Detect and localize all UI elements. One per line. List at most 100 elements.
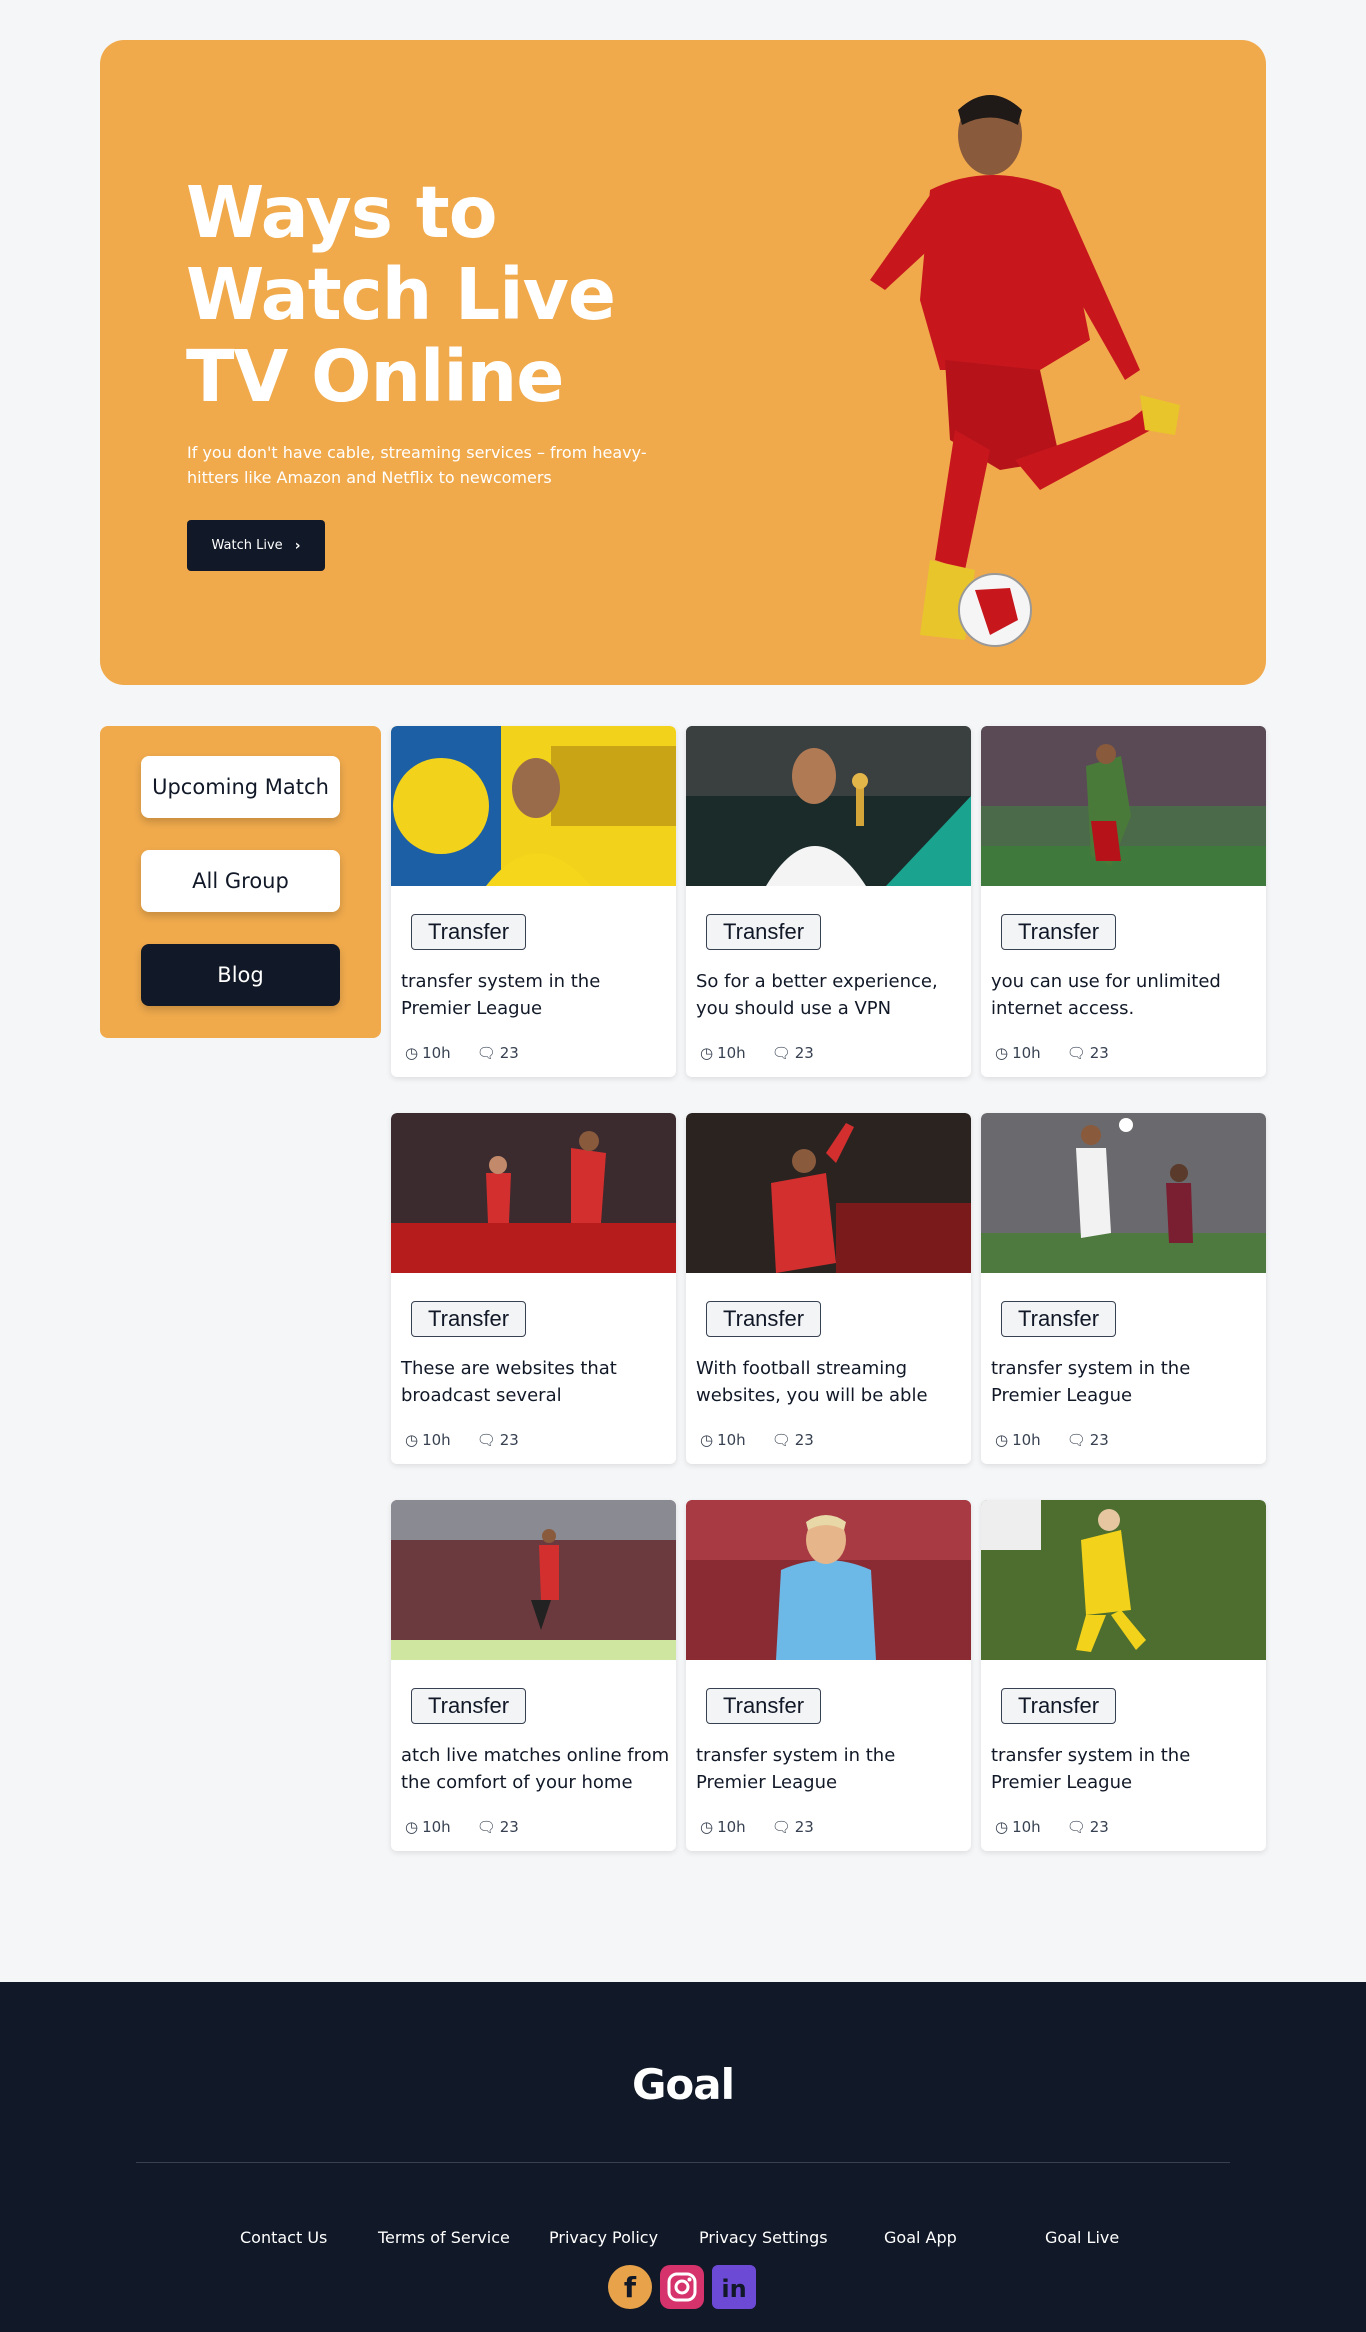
comment-icon: 🗨 — [476, 1818, 496, 1836]
card-meta: ◷ 10h 🗨 23 — [700, 1044, 840, 1062]
card-time: 10h — [717, 1818, 746, 1836]
category-tag[interactable]: Transfer — [1001, 914, 1117, 950]
card-comments: 23 — [499, 1431, 519, 1449]
comment-icon: 🗨 — [476, 1044, 496, 1062]
card-title[interactable]: These are websites that broadcast severa… — [401, 1355, 673, 1409]
footer-link-terms-of-service[interactable]: Terms of Service — [378, 2228, 510, 2247]
card-image — [391, 1500, 676, 1660]
card-meta: ◷ 10h 🗨 23 — [405, 1818, 545, 1836]
card-comments: 23 — [794, 1044, 814, 1062]
card-comments: 23 — [794, 1818, 814, 1836]
card-time: 10h — [1012, 1818, 1041, 1836]
card-comments: 23 — [499, 1044, 519, 1062]
card-image — [981, 1113, 1266, 1273]
card-meta: ◷ 10h 🗨 23 — [700, 1431, 840, 1449]
blog-card[interactable]: Transfer atch live matches online from t… — [391, 1500, 676, 1851]
facebook-icon[interactable]: f — [608, 2265, 652, 2309]
card-meta: ◷ 10h 🗨 23 — [405, 1431, 545, 1449]
clock-icon: ◷ — [700, 1818, 714, 1836]
comment-icon: 🗨 — [771, 1044, 791, 1062]
card-time: 10h — [717, 1431, 746, 1449]
blog-card[interactable]: Transfer transfer system in the Premier … — [391, 726, 676, 1077]
clock-icon: ◷ — [405, 1044, 419, 1062]
category-tag[interactable]: Transfer — [1001, 1688, 1117, 1724]
clock-icon: ◷ — [405, 1431, 419, 1449]
sidebar-item-all-group[interactable]: All Group — [141, 850, 340, 912]
sidebar-item-upcoming-match[interactable]: Upcoming Match — [141, 756, 340, 818]
card-meta: ◷ 10h 🗨 23 — [995, 1818, 1135, 1836]
svg-text:in: in — [721, 2275, 746, 2303]
card-title[interactable]: transfer system in the Premier League — [991, 1742, 1263, 1796]
category-tag[interactable]: Transfer — [706, 914, 822, 950]
card-image — [686, 1500, 971, 1660]
category-tag[interactable]: Transfer — [411, 914, 527, 950]
blog-card[interactable]: Transfer transfer system in the Premier … — [686, 1500, 971, 1851]
card-time: 10h — [422, 1044, 451, 1062]
card-meta: ◷ 10h 🗨 23 — [995, 1431, 1135, 1449]
hero-subtitle: If you don't have cable, streaming servi… — [187, 443, 647, 487]
card-meta: ◷ 10h 🗨 23 — [405, 1044, 545, 1062]
footer-divider — [136, 2162, 1230, 2163]
comment-icon: 🗨 — [771, 1431, 791, 1449]
clock-icon: ◷ — [995, 1431, 1009, 1449]
card-time: 10h — [422, 1818, 451, 1836]
sidebar: Upcoming Match All Group Blog — [100, 726, 381, 1038]
blog-card[interactable]: Transfer you can use for unlimited inter… — [981, 726, 1266, 1077]
blog-card[interactable]: Transfer transfer system in the Premier … — [981, 1500, 1266, 1851]
card-image — [391, 726, 676, 886]
card-time: 10h — [1012, 1044, 1041, 1062]
watch-live-label: Watch Live — [211, 538, 283, 553]
hero-player-image — [870, 95, 1180, 647]
card-meta: ◷ 10h 🗨 23 — [700, 1818, 840, 1836]
card-image — [391, 1113, 676, 1273]
instagram-icon[interactable] — [660, 2265, 704, 2309]
comment-icon: 🗨 — [771, 1818, 791, 1836]
category-tag[interactable]: Transfer — [706, 1301, 822, 1337]
card-title[interactable]: So for a better experience, you should u… — [696, 968, 968, 1022]
footer-link-goal-live[interactable]: Goal Live — [1045, 2228, 1119, 2247]
card-comments: 23 — [1089, 1431, 1109, 1449]
footer-link-privacy-settings[interactable]: Privacy Settings — [699, 2228, 828, 2247]
footer-logo[interactable]: Goal — [0, 2060, 1366, 2109]
category-tag[interactable]: Transfer — [706, 1688, 822, 1724]
footer-link-goal-app[interactable]: Goal App — [884, 2228, 957, 2247]
hero-banner: Ways to Watch Live TV Online If you don'… — [100, 40, 1266, 685]
card-title[interactable]: you can use for unlimited internet acces… — [991, 968, 1263, 1022]
footer-link-contact-us[interactable]: Contact Us — [240, 2228, 327, 2247]
blog-card[interactable]: Transfer With football streaming website… — [686, 1113, 971, 1464]
card-title[interactable]: atch live matches online from the comfor… — [401, 1742, 673, 1796]
card-image — [686, 1113, 971, 1273]
blog-card[interactable]: Transfer So for a better experience, you… — [686, 726, 971, 1077]
chevron-right-icon: › — [294, 537, 301, 554]
sidebar-item-blog[interactable]: Blog — [141, 944, 340, 1006]
comment-icon: 🗨 — [1066, 1818, 1086, 1836]
clock-icon: ◷ — [700, 1044, 714, 1062]
category-tag[interactable]: Transfer — [411, 1688, 527, 1724]
card-meta: ◷ 10h 🗨 23 — [995, 1044, 1135, 1062]
watch-live-button[interactable]: Watch Live › — [187, 520, 325, 571]
blog-card[interactable]: Transfer transfer system in the Premier … — [981, 1113, 1266, 1464]
clock-icon: ◷ — [995, 1818, 1009, 1836]
card-title[interactable]: transfer system in the Premier League — [991, 1355, 1263, 1409]
card-time: 10h — [422, 1431, 451, 1449]
category-tag[interactable]: Transfer — [411, 1301, 527, 1337]
footer-link-privacy-policy[interactable]: Privacy Policy — [549, 2228, 658, 2247]
card-image — [686, 726, 971, 886]
category-tag[interactable]: Transfer — [1001, 1301, 1117, 1337]
footer: Goal Contact Us Terms of Service Privacy… — [0, 1982, 1366, 2332]
clock-icon: ◷ — [405, 1818, 419, 1836]
card-time: 10h — [717, 1044, 746, 1062]
card-time: 10h — [1012, 1431, 1041, 1449]
comment-icon: 🗨 — [1066, 1044, 1086, 1062]
card-title[interactable]: transfer system in the Premier League — [696, 1742, 968, 1796]
clock-icon: ◷ — [700, 1431, 714, 1449]
card-image — [981, 726, 1266, 886]
card-title[interactable]: transfer system in the Premier League — [401, 968, 673, 1022]
card-title[interactable]: With football streaming websites, you wi… — [696, 1355, 968, 1409]
card-comments: 23 — [794, 1431, 814, 1449]
card-image — [981, 1500, 1266, 1660]
clock-icon: ◷ — [995, 1044, 1009, 1062]
blog-card[interactable]: Transfer These are websites that broadca… — [391, 1113, 676, 1464]
linkedin-icon[interactable]: in — [712, 2265, 756, 2309]
comment-icon: 🗨 — [1066, 1431, 1086, 1449]
